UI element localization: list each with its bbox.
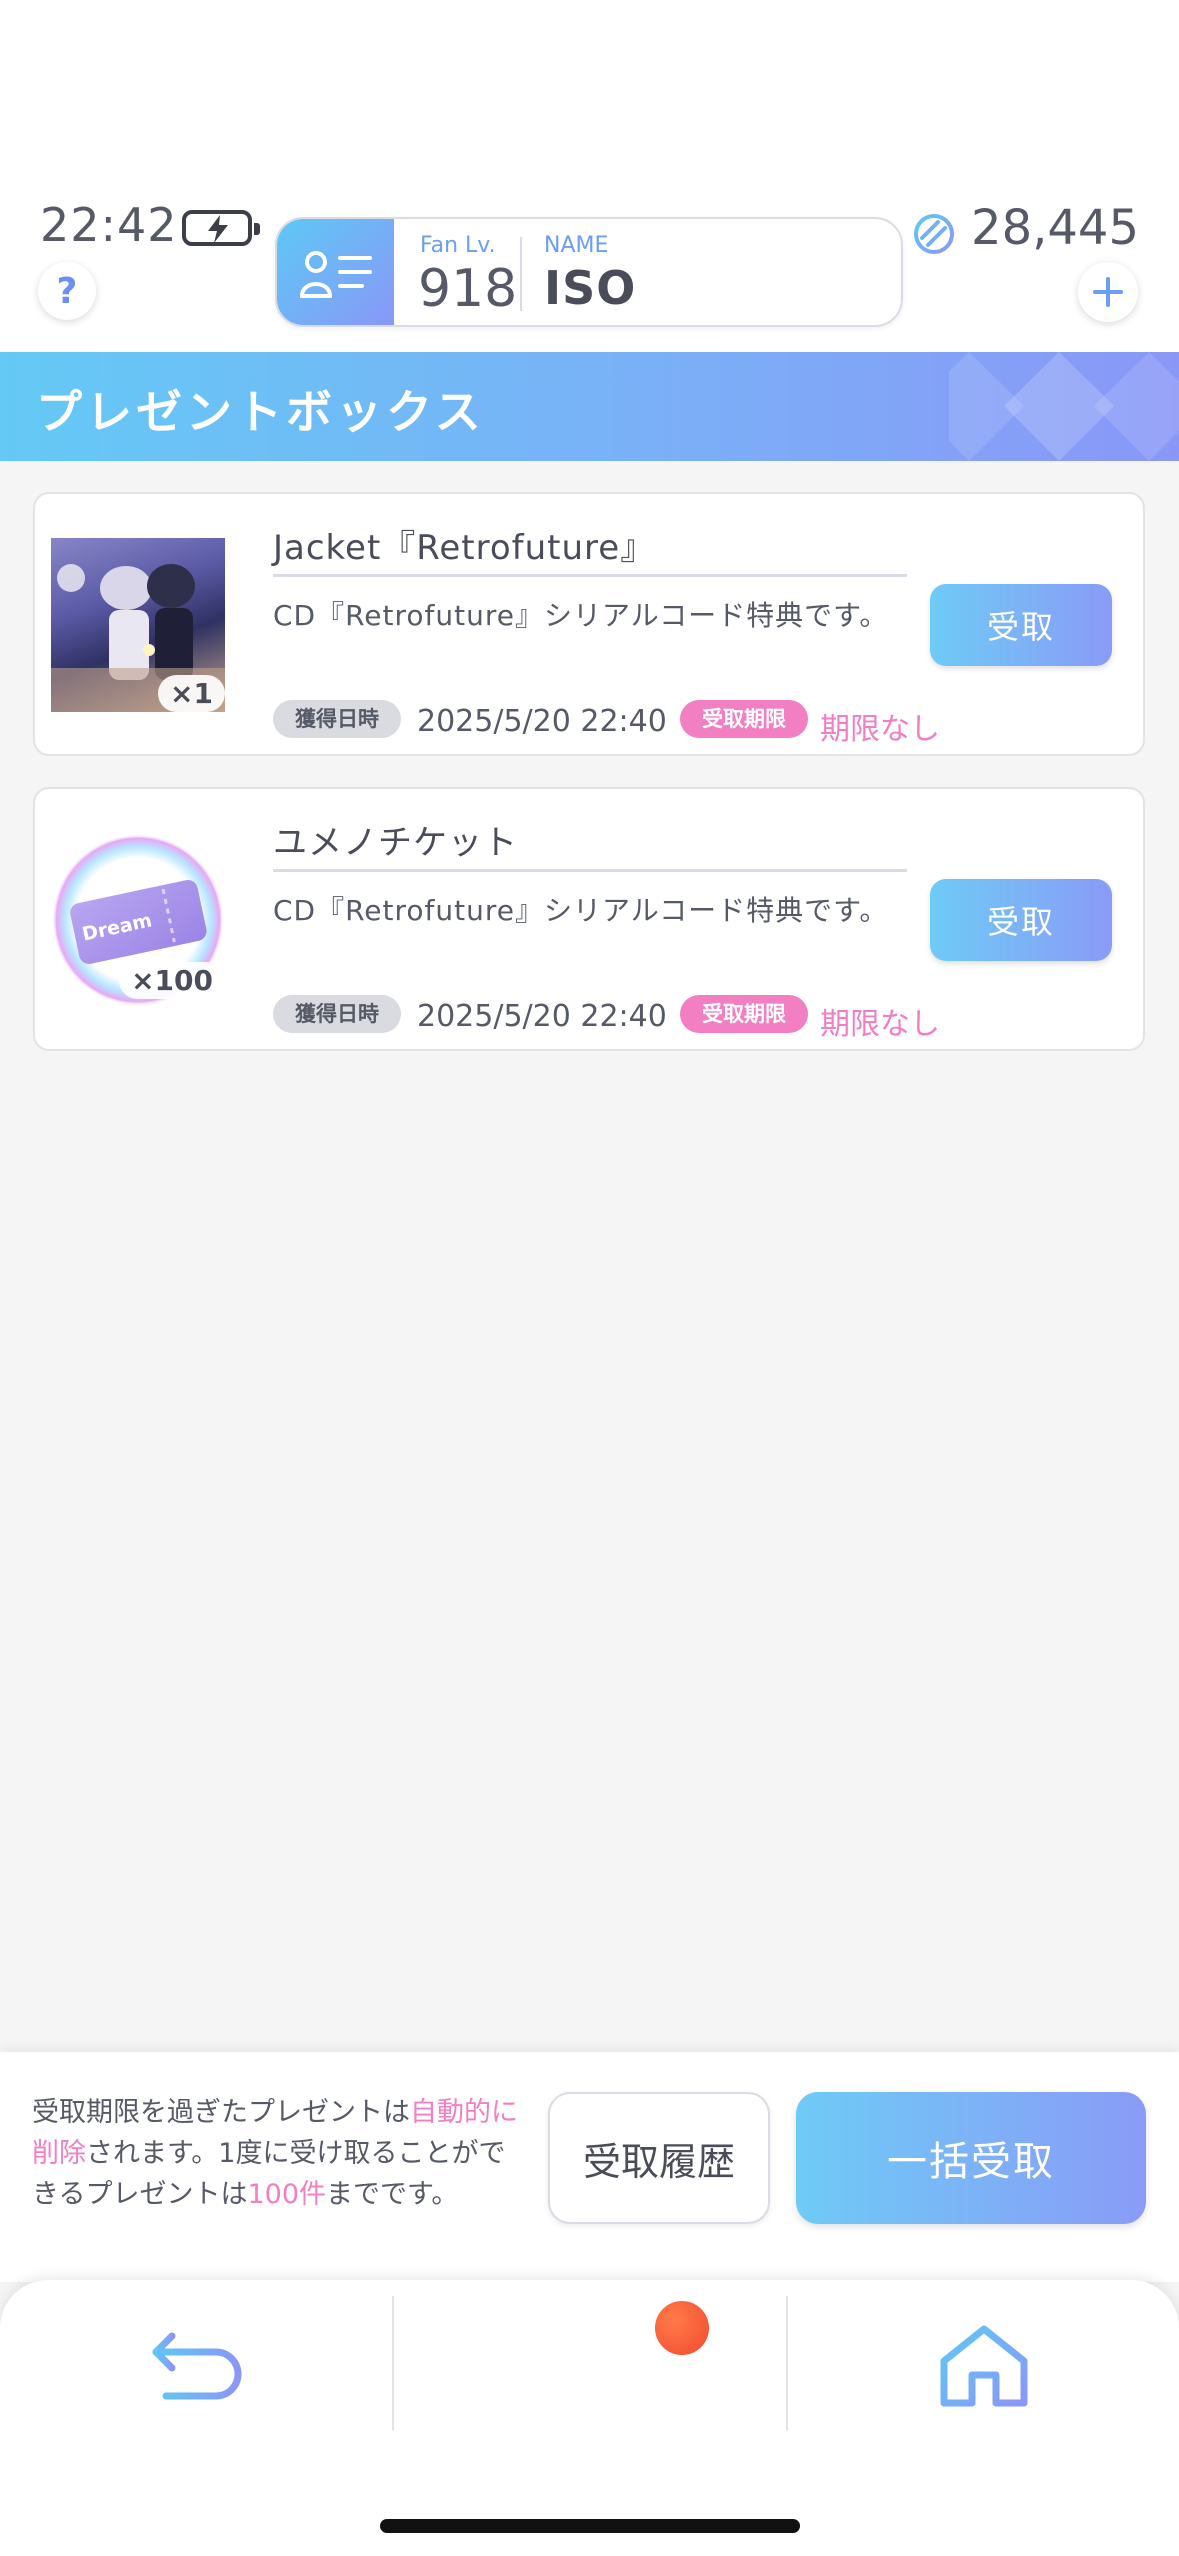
home-button[interactable] [788,2300,1179,2430]
bulk-claim-button[interactable]: 一括受取 [796,2092,1146,2224]
limit-label: 受取期限 [680,700,808,738]
battery-charging-icon [182,210,260,246]
back-icon [152,2332,242,2400]
jacket-image: ×1 [51,538,225,712]
help-button[interactable]: ? [38,262,96,320]
gift-item: ×1 Jacket『Retrofuture』 CD『Retrofuture』シリ… [33,492,1145,756]
acquired-label: 獲得日時 [273,995,401,1033]
bottom-nav [0,2280,1179,2556]
menu-icon [535,2350,645,2380]
acquired-date: 2025/5/20 22:40 [417,704,667,739]
profile-card[interactable]: Fan Lv. 918 NAME ISO [275,217,903,327]
back-button[interactable] [0,2300,392,2430]
notification-dot [655,2301,709,2355]
clock: 22:42 [40,198,178,252]
acquired-date: 2025/5/20 22:40 [417,999,667,1034]
profile-divider [520,237,522,311]
home-indicator[interactable] [380,2519,800,2533]
limit-value: 期限なし [820,1007,940,1042]
claim-button[interactable]: 受取 [930,584,1112,666]
footer-panel: 受取期限を過ぎたプレゼントは自動的に削除されます。1度に受け取ることができるプレ… [0,2052,1179,2282]
home-icon [940,2325,1028,2407]
title-decoration [949,352,1179,461]
quantity-badge: ×1 [158,675,225,712]
history-button[interactable]: 受取履歴 [548,2092,770,2224]
add-currency-button[interactable] [1078,262,1138,322]
limit-label: 受取期限 [680,995,808,1033]
fan-level-value: 918 [418,259,518,319]
question-icon: ? [56,270,78,312]
top-status-area: 22:42 ? Fan Lv. 918 NAME ISO 28,445 [0,0,1179,352]
gift-title: ユメノチケット [273,823,518,863]
title-divider [273,869,907,872]
fan-level-label: Fan Lv. [420,233,496,258]
plus-icon [1093,277,1123,307]
profile-icon [277,219,394,325]
acquired-label: 獲得日時 [273,700,401,738]
gift-description: CD『Retrofuture』シリアルコード特典です。 [273,599,889,632]
ticket-image: Dream ×100 [51,833,225,1007]
gift-description: CD『Retrofuture』シリアルコード特典です。 [273,894,889,927]
gift-item: Dream ×100 ユメノチケット CD『Retrofuture』シリアルコー… [33,787,1145,1051]
currency-icon [912,212,956,260]
gift-title: Jacket『Retrofuture』 [273,528,656,568]
claim-button[interactable]: 受取 [930,879,1112,961]
name-label: NAME [544,233,609,258]
page-title: プレゼントボックス [36,385,485,439]
currency-amount: 28,445 [971,200,1139,256]
page-title-bar: プレゼントボックス [0,352,1179,461]
player-name: ISO [544,261,637,315]
quantity-badge: ×100 [119,962,225,999]
limit-value: 期限なし [820,712,940,747]
footer-note: 受取期限を過ぎたプレゼントは自動的に削除されます。1度に受け取ることができるプレ… [32,2097,518,2210]
menu-button[interactable] [394,2300,786,2430]
title-divider [273,574,907,577]
